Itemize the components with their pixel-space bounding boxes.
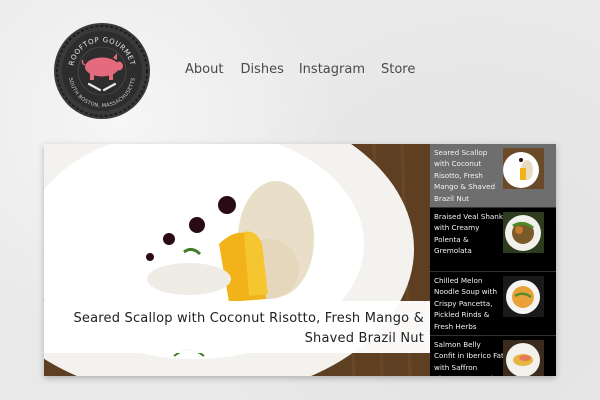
- nav-dishes[interactable]: Dishes: [240, 62, 283, 77]
- main-nav: About Dishes Instagram Store: [185, 62, 415, 77]
- thumbnail-item[interactable]: Chilled Melon Noodle Soup with Crispy Pa…: [430, 272, 556, 336]
- caption-text: Seared Scallop with Coconut Risotto, Fre…: [73, 311, 424, 346]
- thumbnail-title: Seared Scallop with Coconut Risotto, Fre…: [434, 148, 496, 203]
- thumbnail-title: Chilled Melon Noodle Soup with Crispy Pa…: [434, 276, 498, 331]
- featured-slider: Seared Scallop with Coconut Risotto, Fre…: [44, 144, 556, 376]
- slide-caption: Seared Scallop with Coconut Risotto, Fre…: [44, 301, 430, 353]
- thumbnail-image: [503, 340, 544, 376]
- nav-store[interactable]: Store: [381, 62, 415, 77]
- thumbnail-item[interactable]: Seared Scallop with Coconut Risotto, Fre…: [430, 144, 556, 208]
- thumbnail-title: Braised Veal Shank with Creamy Polenta &…: [434, 212, 504, 256]
- thumbnail-list: Seared Scallop with Coconut Risotto, Fre…: [430, 144, 556, 376]
- nav-about[interactable]: About: [185, 62, 223, 77]
- thumbnail-item[interactable]: Braised Veal Shank with Creamy Polenta &…: [430, 208, 556, 272]
- site-logo[interactable]: ROOFTOP GOURMET SOUTH BOSTON, MASSACHUSE…: [53, 22, 151, 120]
- thumbnail-image: [503, 148, 544, 189]
- thumbnail-image: [503, 212, 544, 253]
- nav-instagram[interactable]: Instagram: [299, 62, 365, 77]
- thumbnail-image: [503, 276, 544, 317]
- thumbnail-title: Salmon Belly Confit in Iberico Fat with …: [434, 340, 504, 376]
- thumbnail-item[interactable]: Salmon Belly Confit in Iberico Fat with …: [430, 336, 556, 376]
